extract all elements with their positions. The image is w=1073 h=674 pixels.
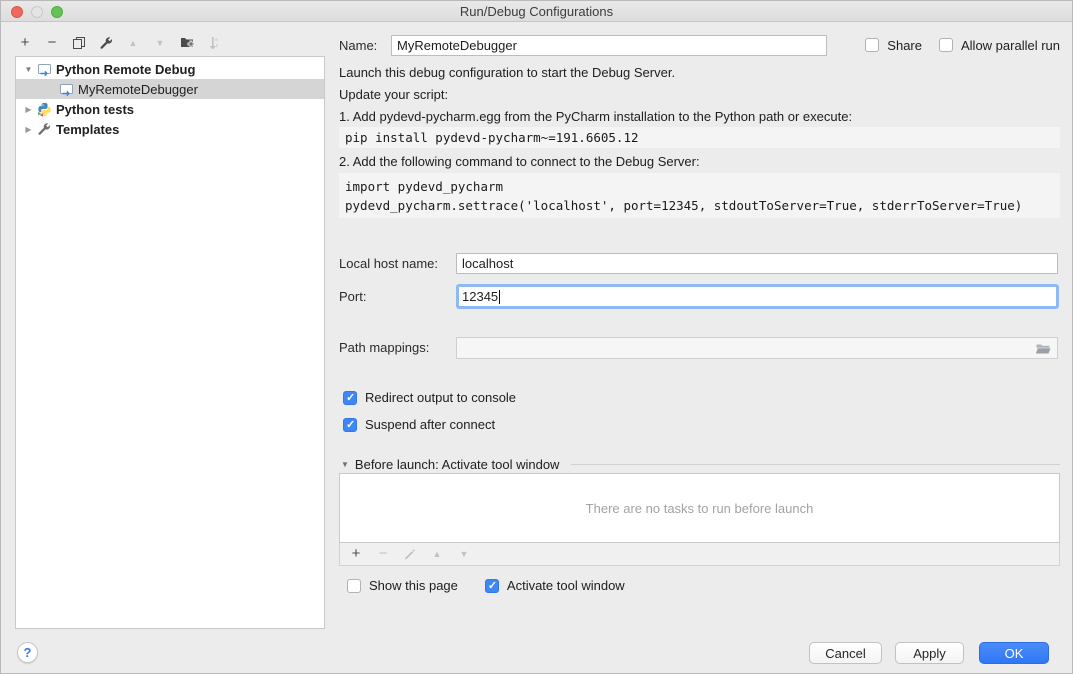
instructions-update: Update your script: <box>339 87 448 102</box>
svg-text:z: z <box>216 43 219 49</box>
add-task-button[interactable]: + <box>349 546 363 562</box>
move-task-up-button: ▲ <box>430 546 444 562</box>
share-checkbox[interactable] <box>865 38 879 52</box>
name-row: Name: MyRemoteDebugger Share Allow paral… <box>339 34 1060 56</box>
instructions-step2: 2. Add the following command to connect … <box>339 154 700 169</box>
move-task-down-button: ▼ <box>457 546 471 562</box>
path-mappings-input[interactable] <box>456 337 1058 359</box>
settrace-code-block: import pydevd_pycharm pydevd_pycharm.set… <box>339 173 1060 218</box>
name-label: Name: <box>339 38 391 53</box>
task-list-toolbar: + − ▲ ▼ <box>339 543 1060 566</box>
footer-options-row: Show this page Activate tool window <box>347 578 625 593</box>
suspend-after-connect-label: Suspend after connect <box>365 417 495 432</box>
show-this-page-checkbox[interactable] <box>347 579 361 593</box>
copy-configuration-icon[interactable] <box>71 35 87 51</box>
share-label: Share <box>887 38 922 53</box>
separator-line <box>571 464 1060 465</box>
add-configuration-button[interactable]: + <box>17 35 33 51</box>
remove-configuration-button[interactable]: − <box>44 35 60 51</box>
port-input[interactable]: 12345 <box>456 284 1059 309</box>
pip-install-command: pip install pydevd-pycharm~=191.6605.12 <box>345 128 1054 147</box>
sort-alphabetically-icon: az <box>206 35 222 51</box>
run-debug-configurations-dialog: Run/Debug Configurations + − ▲ ▼ az ▼ Py… <box>0 0 1073 674</box>
open-folder-icon[interactable] <box>1035 342 1052 358</box>
name-input[interactable]: MyRemoteDebugger <box>391 35 827 56</box>
configurations-tree: ▼ Python Remote Debug MyRemoteDebugger ▶ <box>15 56 325 629</box>
tree-item-templates[interactable]: ▶ Templates <box>16 119 324 139</box>
tree-item-label: MyRemoteDebugger <box>78 82 198 97</box>
tree-item-python-remote-debug[interactable]: ▼ Python Remote Debug <box>16 59 324 79</box>
redirect-output-label: Redirect output to console <box>365 390 516 405</box>
remote-debug-icon <box>58 81 74 97</box>
allow-parallel-run-checkbox[interactable] <box>939 38 953 52</box>
configurations-toolbar: + − ▲ ▼ az <box>17 32 222 53</box>
collapsed-arrow-icon[interactable]: ▶ <box>23 105 34 114</box>
help-button[interactable]: ? <box>17 642 38 663</box>
window-title: Run/Debug Configurations <box>1 4 1072 19</box>
tree-item-label: Python Remote Debug <box>56 62 195 77</box>
pip-install-code-block: pip install pydevd-pycharm~=191.6605.12 <box>339 127 1060 148</box>
tree-item-myremotedebugger[interactable]: MyRemoteDebugger <box>16 79 324 99</box>
before-launch-title: Before launch: Activate tool window <box>355 457 560 472</box>
allow-parallel-run-label: Allow parallel run <box>961 38 1060 53</box>
port-value: 12345 <box>462 289 498 304</box>
remove-task-button: − <box>376 546 390 562</box>
activate-tool-window-checkbox-group[interactable]: Activate tool window <box>485 578 625 593</box>
tree-item-python-tests[interactable]: ▶ Python tests <box>16 99 324 119</box>
cancel-button[interactable]: Cancel <box>809 642 882 664</box>
suspend-after-connect-checkbox-group[interactable]: Suspend after connect <box>343 417 495 432</box>
collapsed-arrow-icon[interactable]: ▶ <box>23 125 34 134</box>
edit-defaults-wrench-icon[interactable] <box>98 35 114 51</box>
expanded-arrow-icon[interactable]: ▼ <box>23 65 34 74</box>
empty-task-message: There are no tasks to run before launch <box>586 501 814 516</box>
suspend-after-connect-checkbox[interactable] <box>343 418 357 432</box>
activate-tool-window-checkbox[interactable] <box>485 579 499 593</box>
settrace-call-line: pydevd_pycharm.settrace('localhost', por… <box>345 196 1054 215</box>
settrace-import-line: import pydevd_pycharm <box>345 177 1054 196</box>
name-value: MyRemoteDebugger <box>397 38 517 53</box>
python-tests-icon <box>36 101 52 117</box>
port-label: Port: <box>339 289 366 304</box>
apply-button[interactable]: Apply <box>895 642 964 664</box>
tree-item-label: Templates <box>56 122 119 137</box>
before-launch-task-list[interactable]: There are no tasks to run before launch <box>339 473 1060 543</box>
show-this-page-checkbox-group[interactable]: Show this page <box>347 578 458 593</box>
redirect-output-checkbox[interactable] <box>343 391 357 405</box>
wrench-icon <box>36 121 52 137</box>
tree-item-label: Python tests <box>56 102 134 117</box>
local-host-name-value: localhost <box>462 256 513 271</box>
path-mappings-label: Path mappings: <box>339 340 429 355</box>
redirect-output-checkbox-group[interactable]: Redirect output to console <box>343 390 516 405</box>
move-up-button: ▲ <box>125 35 141 51</box>
local-host-name-input[interactable]: localhost <box>456 253 1058 274</box>
remote-debug-icon <box>36 61 52 77</box>
before-launch-header[interactable]: ▼ Before launch: Activate tool window <box>341 457 1060 472</box>
instructions-intro: Launch this debug configuration to start… <box>339 65 675 80</box>
text-caret <box>499 290 500 304</box>
ok-button[interactable]: OK <box>979 642 1049 664</box>
pencil-icon <box>403 546 417 562</box>
activate-tool-window-label: Activate tool window <box>507 578 625 593</box>
collapse-arrow-icon[interactable]: ▼ <box>341 460 349 469</box>
new-folder-icon[interactable] <box>179 35 195 51</box>
share-checkbox-group[interactable]: Share <box>865 38 922 53</box>
show-this-page-label: Show this page <box>369 578 458 593</box>
titlebar: Run/Debug Configurations <box>1 1 1072 22</box>
local-host-name-label: Local host name: <box>339 256 438 271</box>
allow-parallel-run-checkbox-group[interactable]: Allow parallel run <box>939 38 1060 53</box>
move-down-button: ▼ <box>152 35 168 51</box>
instructions-step1: 1. Add pydevd-pycharm.egg from the PyCha… <box>339 109 852 124</box>
